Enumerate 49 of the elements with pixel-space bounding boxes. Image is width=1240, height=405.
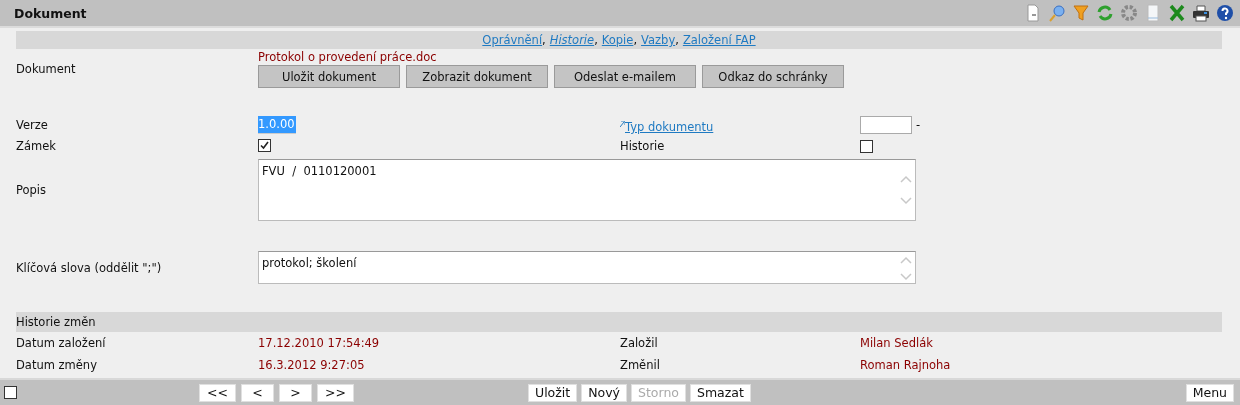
user-name: Roman Rajnoha <box>860 358 951 372</box>
date-value: 17.12.2010 17:54:49 <box>258 336 380 350</box>
separator: , <box>542 33 546 47</box>
separator: , <box>594 33 598 47</box>
action-button[interactable]: Nový <box>581 383 627 402</box>
refresh-icon[interactable] <box>1096 4 1114 22</box>
keywords-field[interactable]: protokol; školení <box>258 251 916 284</box>
help-icon[interactable] <box>1216 4 1234 22</box>
arrow-icon <box>620 121 625 127</box>
pagination-button[interactable]: << <box>199 383 236 402</box>
field-label: Datum založení <box>16 336 107 350</box>
field-label: Verze <box>16 118 49 132</box>
field-label: Zámek <box>16 139 57 153</box>
pagination-button[interactable]: >> <box>317 383 354 402</box>
pagination-button[interactable]: < <box>241 383 274 402</box>
field-label: Založil <box>620 336 658 350</box>
menu-button[interactable]: Menu <box>1185 383 1234 402</box>
separator: , <box>633 33 638 47</box>
file-name: Protokol o provedení práce.doc <box>258 50 438 65</box>
field-label: Historie <box>620 139 665 153</box>
document-button[interactable]: Odkaz do schránky <box>702 65 844 88</box>
checkbox[interactable] <box>258 138 271 152</box>
section-title: Historie změn <box>16 315 96 329</box>
document-button[interactable]: Zobrazit dokument <box>406 65 548 88</box>
input-field[interactable] <box>860 116 912 134</box>
printer-icon[interactable] <box>1192 4 1210 22</box>
window-title: Dokument <box>14 5 87 21</box>
suffix-text: - <box>916 118 921 132</box>
action-button[interactable]: Uložit <box>528 383 578 402</box>
document-icon[interactable] <box>1024 4 1042 22</box>
field-label: Klíčová slova (oddělit ";") <box>16 260 163 275</box>
checkbox[interactable] <box>860 139 873 153</box>
field-label: Dokument <box>16 62 77 76</box>
checkbox[interactable] <box>4 386 17 399</box>
field-label: Popis <box>16 183 48 197</box>
document-type-link[interactable]: Typ dokumentu <box>620 120 714 134</box>
date-value: 16.3.2012 9:27:05 <box>258 358 365 372</box>
document-button[interactable]: Uložit dokument <box>258 65 400 88</box>
action-button[interactable]: Smazat <box>690 383 751 402</box>
field-label: Datum změny <box>16 358 98 372</box>
pagination-button[interactable]: > <box>279 383 312 402</box>
field-label: Změnil <box>620 358 660 372</box>
search-icon[interactable] <box>1048 4 1066 22</box>
user-name: Milan Sedlák <box>860 336 933 350</box>
separator: , <box>675 33 679 47</box>
funnel-icon[interactable] <box>1072 4 1090 22</box>
document-button[interactable]: Odeslat e-mailem <box>554 65 696 88</box>
settings-icon[interactable] <box>1120 4 1138 22</box>
description-field[interactable]: FVU / 0110120001 <box>258 159 916 221</box>
